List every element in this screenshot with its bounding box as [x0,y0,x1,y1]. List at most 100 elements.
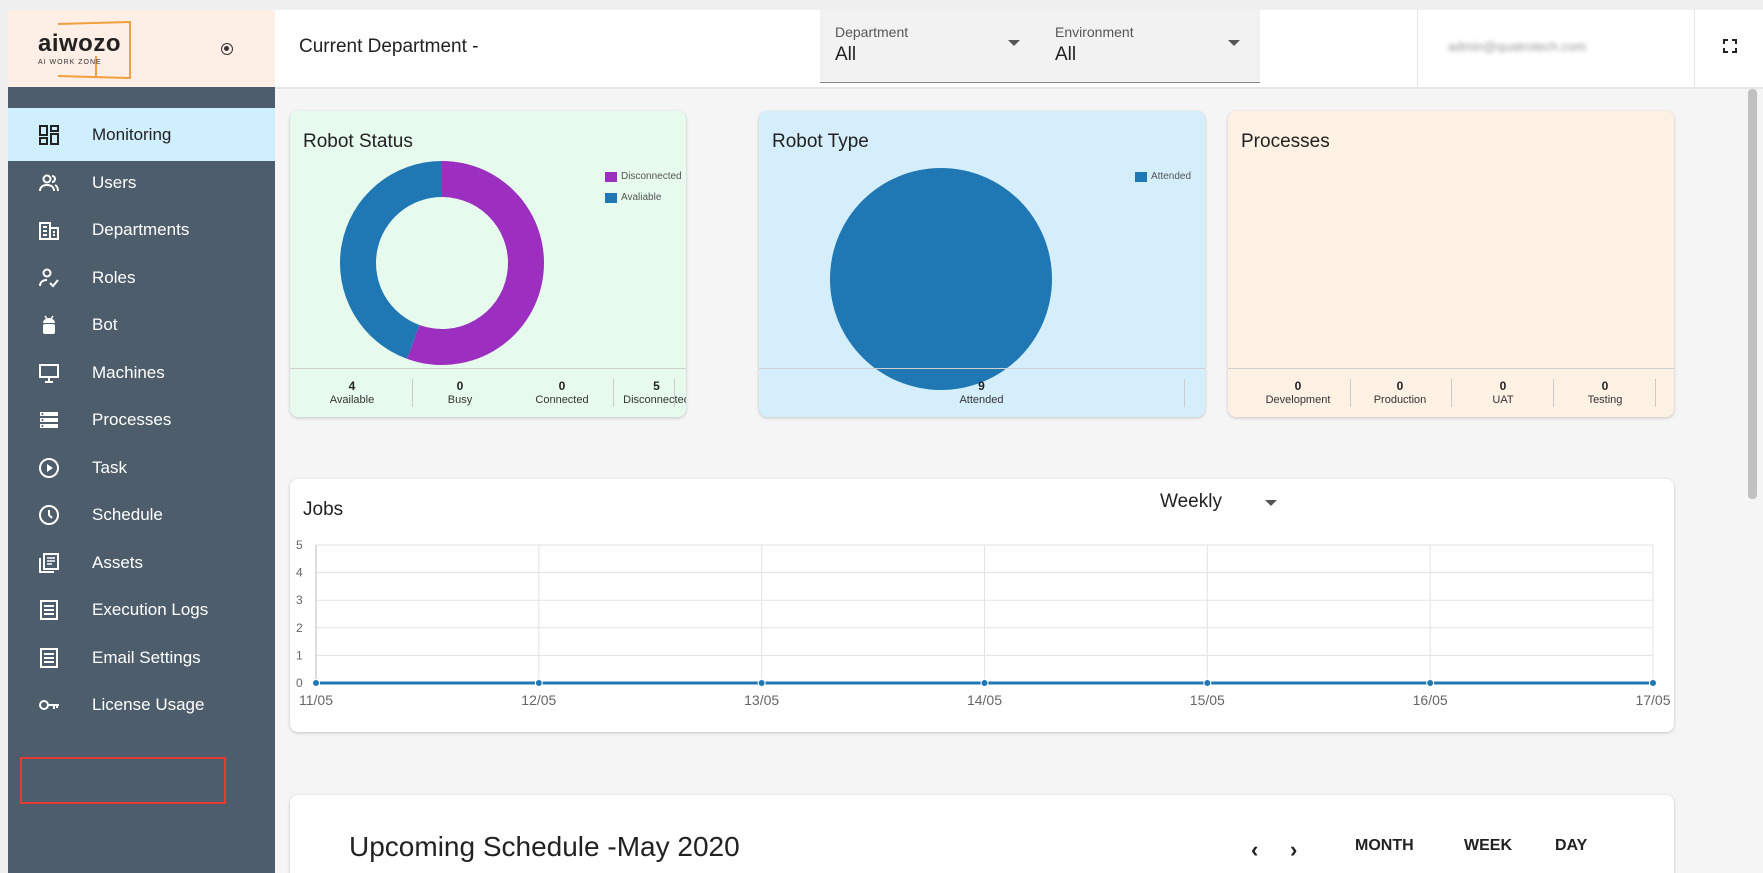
building-icon [39,222,59,240]
x-tick-label: 16/05 [1413,692,1448,708]
y-tick-label: 2 [296,621,303,635]
sidebar-item-departments[interactable]: Departments [8,203,275,256]
robot-type-stats: 9 Attended [759,368,1205,417]
stat-available: 4 Available [329,379,375,406]
users-icon [39,174,59,191]
sidebar-item-label: Task [92,457,127,477]
stat-production: 0 Production [1373,379,1427,406]
app-window: aiwozo AI WORK ZONE Current Department -… [8,10,1763,873]
sidebar-item-monitoring[interactable]: Monitoring [8,108,275,161]
robot-status-card: Robot Status Disconnected Avaliable 4 Ava… [290,111,686,417]
logo-text: aiwozo [38,30,122,57]
play-circle-icon [39,457,59,478]
x-tick-label: 14/05 [967,692,1002,708]
sidebar-item-processes[interactable]: Processes [8,393,275,446]
stat-busy: 0 Busy [447,379,473,406]
stat-testing: 0 Testing [1587,379,1623,406]
fullscreen-button[interactable] [1694,10,1763,87]
chevron-down-icon [1228,40,1240,46]
dashboard-icon [39,125,59,145]
department-select[interactable]: Department All [820,10,1040,83]
department-select-label: Department [835,24,909,40]
processes-stats: 0 Development 0 Production 0 UAT 0 Testing [1228,368,1674,417]
jobs-data-point[interactable] [312,679,320,687]
environment-select[interactable]: Environment All [1040,10,1260,83]
jobs-data-point[interactable] [1203,679,1212,687]
jobs-data-point[interactable] [757,679,766,687]
sidebar-item-execution-logs[interactable]: Execution Logs [8,583,275,636]
sidebar-item-task[interactable]: Task [8,441,275,494]
stat-connected: 0 Connected [535,379,589,406]
logo-area: aiwozo AI WORK ZONE [8,10,275,88]
robot-status-donut-chart [340,161,544,365]
user-menu[interactable]: admin@quatrotech.com [1417,10,1695,87]
sidebar-item-roles[interactable]: Roles [8,251,275,304]
environment-select-value: All [1055,44,1077,65]
sidebar-item-label: Assets [92,552,144,572]
pie-slice-attended[interactable] [830,168,1052,390]
sidebar-toggle-radio-icon[interactable] [221,43,233,55]
legend-item-attended: Attended [1135,171,1191,182]
user-check-icon [39,268,59,287]
jobs-data-point[interactable] [534,679,543,687]
sidebar-item-license-usage[interactable]: License Usage [8,678,275,731]
sidebar-item-label: Schedule [92,505,163,524]
jobs-data-point[interactable] [980,679,989,687]
key-icon [39,700,59,710]
department-select-value: All [835,44,857,65]
sidebar-item-email-settings[interactable]: Email Settings [8,631,275,684]
jobs-card: Jobs Weekly 0 1 2 3 4 5 11/05 12/05 13/05 14/05 15… [290,479,1674,732]
month-view-button[interactable]: MONTH [1355,837,1414,855]
sidebar-item-label: Monitoring [92,125,172,144]
sidebar-item-label: Departments [92,220,190,239]
x-tick-label: 15/05 [1190,692,1225,708]
y-tick-label: 3 [296,593,303,607]
next-month-button[interactable]: › [1290,839,1297,861]
sidebar-item-label: License Usage [92,695,205,714]
robot-status-stats: 4 Available 0 Busy 0 Connected 5 Disconnecte… [290,368,686,417]
current-department-label: Current Department - [299,36,479,57]
sidebar-item-label: Users [92,172,137,192]
upcoming-schedule-card: Upcoming Schedule -May 2020 ‹ › MONTH WE… [290,795,1674,873]
jobs-line-chart: 0 1 2 3 4 5 11/05 12/05 13/05 14/05 15/05 16/05 17/0… [296,538,1671,708]
sidebar-item-users[interactable]: Users [8,156,275,209]
sidebar-item-label: Bot [92,315,118,334]
x-tick-label: 11/05 [299,692,333,708]
list-icon [40,412,58,428]
y-tick-label: 1 [296,648,303,662]
document-icon [40,647,58,668]
fullscreen-icon [1723,39,1737,53]
monitor-icon [39,363,59,383]
processes-card: Processes 0 Development 0 Production 0 UAT … [1228,111,1674,417]
week-view-button[interactable]: WEEK [1464,837,1512,855]
document-icon [40,600,58,620]
y-tick-label: 4 [296,566,303,580]
sidebar-item-label: Execution Logs [92,600,209,619]
sidebar-item-assets[interactable]: Assets [8,536,275,589]
sidebar-item-schedule[interactable]: Schedule [8,488,275,541]
license-usage-highlight [20,757,226,804]
sidebar-item-label: Processes [92,410,172,429]
environment-select-label: Environment [1055,24,1134,40]
jobs-data-point[interactable] [1426,679,1435,687]
legend-item-disconnected: Disconnected [605,171,682,182]
robot-type-title: Robot Type [772,131,869,152]
logo-subtitle: AI WORK ZONE [38,59,102,66]
stat-uat: 0 UAT [1492,379,1514,406]
x-tick-label: 13/05 [744,692,779,708]
day-view-button[interactable]: DAY [1555,837,1587,855]
jobs-data-point[interactable] [1649,679,1657,687]
stat-development: 0 Development [1265,379,1331,406]
prev-month-button[interactable]: ‹ [1251,839,1258,861]
robot-type-pie-chart [830,168,1052,390]
vertical-scrollbar[interactable] [1748,89,1757,499]
schedule-title: Upcoming Schedule -May 2020 [349,831,740,862]
robot-type-card: Robot Type Attended 9 Attended [759,111,1205,417]
main-content: Robot Status Disconnected Avaliable 4 Ava… [275,89,1763,873]
x-tick-label: 12/05 [521,692,556,708]
logo[interactable]: aiwozo AI WORK ZONE [38,20,131,80]
library-icon [39,552,59,573]
stat-attended: 9 Attended [959,379,1004,406]
sidebar-item-bot[interactable]: Bot [8,298,275,351]
sidebar-item-machines[interactable]: Machines [8,346,275,399]
